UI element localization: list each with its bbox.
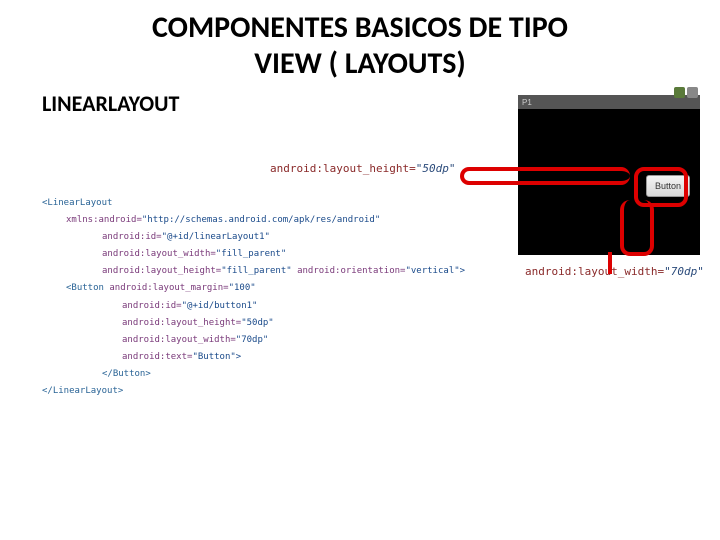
signal-icon xyxy=(687,87,698,98)
code-attr: android:layout_height= xyxy=(102,266,221,276)
code-line: android:id="@+id/linearLayout1" xyxy=(42,229,465,246)
code-attr: android:orientation= xyxy=(292,266,406,276)
annotation-width-val: "70dp" xyxy=(664,265,704,278)
code-str: "70dp" xyxy=(236,335,269,345)
code-tag: <Button xyxy=(66,283,109,293)
code-attr: android:layout_width= xyxy=(122,335,236,345)
code-str: "@+id/linearLayout1" xyxy=(162,232,270,242)
code-str: "Button"> xyxy=(192,352,241,362)
code-attr: android:id= xyxy=(102,232,162,242)
annotation-height-val: "50dp" xyxy=(416,162,456,175)
code-str: "50dp" xyxy=(241,318,274,328)
code-line: android:text="Button"> xyxy=(42,349,465,366)
code-str: "fill_parent" xyxy=(221,266,291,276)
code-str: "fill_parent" xyxy=(216,249,286,259)
phone-title: P1 xyxy=(522,98,532,107)
annotation-width: android:layout_width="70dp" xyxy=(525,265,704,278)
title-line1: COMPONENTES BASICOS DE TIPO xyxy=(152,9,568,46)
code-line: <Button android:layout_margin="100" xyxy=(42,280,465,297)
code-tag: <LinearLayout xyxy=(42,198,112,208)
code-line: <LinearLayout xyxy=(42,195,465,212)
code-str: "http://schemas.android.com/apk/res/andr… xyxy=(142,215,380,225)
red-annotation-box xyxy=(460,167,630,185)
annotation-width-attr: android:layout_width= xyxy=(525,265,664,278)
xml-code-block: <LinearLayout xmlns:android="http://sche… xyxy=(42,195,465,400)
code-str: "vertical"> xyxy=(405,266,465,276)
code-attr: android:layout_height= xyxy=(122,318,241,328)
phone-status-icons xyxy=(674,87,698,98)
annotation-height-attr: android:layout_height= xyxy=(270,162,416,175)
code-attr: xmlns:android= xyxy=(66,215,142,225)
slide-title: COMPONENTES BASICOS DE TIPO VIEW ( LAYOU… xyxy=(0,0,720,82)
code-line: android:layout_width="70dp" xyxy=(42,332,465,349)
code-line: android:layout_width="fill_parent" xyxy=(42,246,465,263)
battery-icon xyxy=(674,87,685,98)
code-attr: android:layout_width= xyxy=(102,249,216,259)
code-attr: android:text= xyxy=(122,352,192,362)
annotation-height: android:layout_height="50dp" xyxy=(270,162,455,175)
code-line: </Button> xyxy=(42,366,465,383)
code-str: "@+id/button1" xyxy=(182,301,258,311)
title-line2: VIEW ( LAYOUTS) xyxy=(254,45,465,82)
code-tag: </Button> xyxy=(102,369,151,379)
code-attr: android:id= xyxy=(122,301,182,311)
code-attr: android:layout_margin= xyxy=(109,283,228,293)
code-line: xmlns:android="http://schemas.android.co… xyxy=(42,212,465,229)
red-annotation-line xyxy=(608,252,612,274)
code-line: </LinearLayout> xyxy=(42,383,465,400)
phone-statusbar: P1 xyxy=(518,95,700,109)
code-line: android:layout_height="50dp" xyxy=(42,315,465,332)
code-line: android:id="@+id/button1" xyxy=(42,298,465,315)
code-tag: </LinearLayout> xyxy=(42,386,123,396)
code-line: android:layout_height="fill_parent" andr… xyxy=(42,263,465,280)
code-str: "100" xyxy=(229,283,256,293)
red-annotation-box xyxy=(620,200,654,256)
